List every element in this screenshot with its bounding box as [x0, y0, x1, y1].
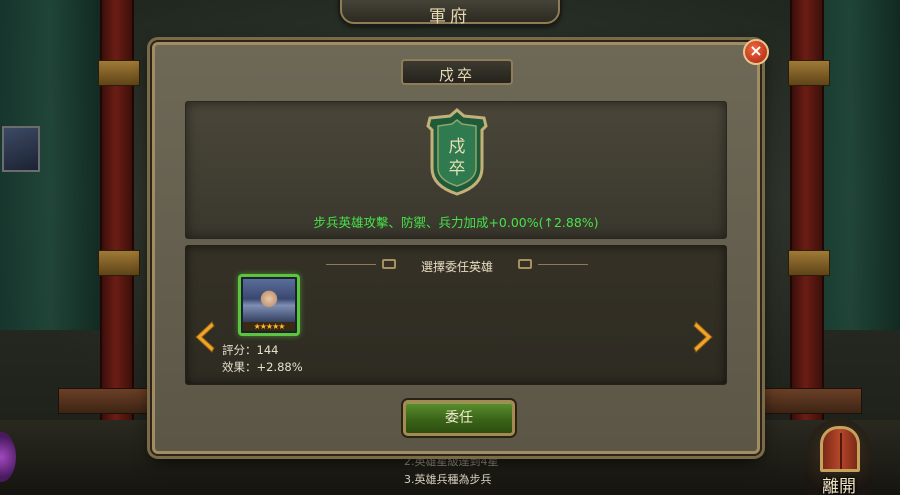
section-header-label: 選擇委任英雄 — [420, 260, 493, 274]
garrison-dialog: × 戍卒 戍 卒 步兵英雄攻擊、防禦、兵力加成+0.00%(↑2.88%) 選擇… — [152, 39, 769, 454]
tip-line-2: 2.英雄星級達到4星 — [404, 455, 499, 468]
badge-shield-icon: 戍 卒 — [426, 108, 488, 196]
close-icon[interactable]: × — [743, 39, 769, 65]
hero-portrait — [243, 279, 295, 323]
hero-score: 評分：144 — [222, 343, 279, 357]
ornament-icon — [382, 259, 396, 269]
pillar-right — [788, 0, 830, 420]
prev-page-button[interactable] — [192, 320, 216, 354]
pillar-band — [788, 250, 830, 276]
pillar-band — [788, 60, 830, 86]
hero-star-rating: ★★★★★ — [243, 322, 295, 331]
door-icon — [820, 426, 860, 472]
divider-line — [538, 264, 588, 265]
tip-line-3: 3.英雄兵種為步兵 — [404, 473, 492, 486]
ornament-icon — [518, 259, 532, 269]
badge-char-1: 戍 — [449, 137, 466, 157]
garrison-badge-icon: 戍 卒 — [424, 108, 490, 196]
effect-panel: 戍 卒 步兵英雄攻擊、防禦、兵力加成+0.00%(↑2.88%) — [185, 101, 727, 239]
badge-char-2: 卒 — [449, 159, 466, 179]
hero-select-panel: 選擇委任英雄 ★★★★★ 評分：144 效果：+2.88% — [185, 245, 727, 385]
window-title-plaque: 軍府 — [340, 0, 560, 27]
effect-text: 步兵英雄攻擊、防禦、兵力加成+0.00%(↑2.88%) — [313, 215, 599, 230]
window-title: 軍府 — [429, 7, 471, 27]
side-hero-avatar[interactable] — [2, 126, 40, 172]
dialog-title: 戍卒 — [438, 66, 475, 84]
chevron-left-icon — [195, 321, 215, 353]
dialog-title-plaque: 戍卒 — [401, 59, 513, 85]
next-page-button[interactable] — [692, 320, 716, 354]
exit-button[interactable]: 離開 — [806, 418, 872, 495]
pillar-band — [98, 250, 140, 276]
section-header: 選擇委任英雄 — [326, 256, 588, 274]
bench-right — [742, 388, 862, 414]
chevron-right-icon — [693, 321, 713, 353]
divider-line — [326, 264, 376, 265]
exit-label: 離開 — [822, 477, 856, 495]
pillar-band — [98, 60, 140, 86]
hero-card[interactable]: ★★★★★ — [238, 274, 300, 336]
pillar-left — [98, 0, 140, 420]
appoint-button[interactable]: 委任 — [403, 400, 515, 436]
hero-effect: 效果：+2.88% — [222, 360, 303, 374]
